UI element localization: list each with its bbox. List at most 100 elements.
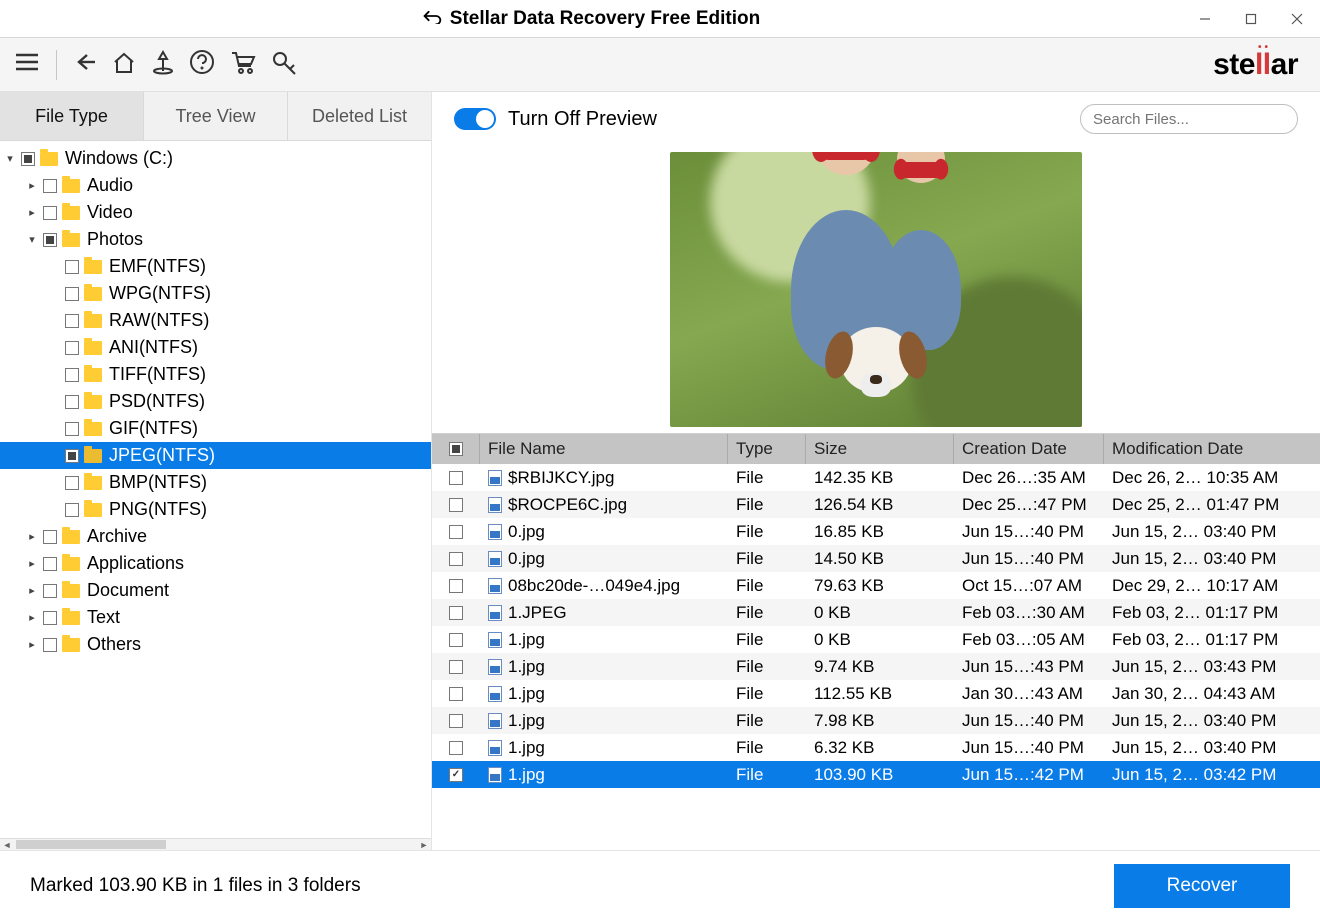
recover-button[interactable]: Recover bbox=[1114, 864, 1290, 908]
tree-checkbox[interactable] bbox=[65, 449, 79, 463]
help-button[interactable] bbox=[189, 49, 215, 80]
expand-icon[interactable]: ▸ bbox=[26, 179, 38, 192]
back-button[interactable] bbox=[73, 50, 97, 79]
row-checkbox[interactable] bbox=[449, 741, 463, 755]
tree-checkbox[interactable] bbox=[43, 179, 57, 193]
preview-toggle[interactable] bbox=[454, 108, 496, 130]
row-checkbox[interactable] bbox=[449, 660, 463, 674]
tree-item[interactable]: ▸Audio bbox=[0, 172, 431, 199]
tree-item[interactable]: EMF(NTFS) bbox=[0, 253, 431, 280]
file-row[interactable]: $ROCPE6C.jpgFile126.54 KBDec 25…:47 PMDe… bbox=[432, 491, 1320, 518]
key-button[interactable] bbox=[271, 49, 299, 80]
header-checkbox[interactable] bbox=[449, 442, 463, 456]
row-checkbox[interactable] bbox=[449, 633, 463, 647]
tree-checkbox[interactable] bbox=[65, 260, 79, 274]
row-checkbox[interactable] bbox=[449, 498, 463, 512]
row-checkbox[interactable] bbox=[449, 579, 463, 593]
maximize-button[interactable] bbox=[1228, 0, 1274, 38]
tree-item[interactable]: ▾Photos bbox=[0, 226, 431, 253]
search-input[interactable] bbox=[1093, 111, 1292, 128]
folder-tree[interactable]: ▾Windows (C:)▸Audio▸Video▾PhotosEMF(NTFS… bbox=[0, 141, 431, 838]
col-size[interactable]: Size bbox=[806, 434, 954, 464]
minimize-button[interactable] bbox=[1182, 0, 1228, 38]
tree-item[interactable]: ▸Others bbox=[0, 631, 431, 658]
col-mdate[interactable]: Modification Date bbox=[1104, 434, 1304, 464]
file-row[interactable]: 0.jpgFile14.50 KBJun 15…:40 PMJun 15, 2…… bbox=[432, 545, 1320, 572]
expand-icon[interactable]: ▾ bbox=[26, 233, 38, 246]
tree-checkbox[interactable] bbox=[43, 206, 57, 220]
file-row[interactable]: 1.jpgFile112.55 KBJan 30…:43 AMJan 30, 2… bbox=[432, 680, 1320, 707]
tree-item[interactable]: BMP(NTFS) bbox=[0, 469, 431, 496]
file-row[interactable]: 0.jpgFile16.85 KBJun 15…:40 PMJun 15, 2…… bbox=[432, 518, 1320, 545]
tree-item[interactable]: TIFF(NTFS) bbox=[0, 361, 431, 388]
file-table[interactable]: File Name Type Size Creation Date Modifi… bbox=[432, 433, 1320, 850]
file-row[interactable]: 1.jpgFile103.90 KBJun 15…:42 PMJun 15, 2… bbox=[432, 761, 1320, 788]
tree-checkbox[interactable] bbox=[65, 287, 79, 301]
folder-icon bbox=[40, 152, 58, 166]
expand-icon[interactable]: ▸ bbox=[26, 557, 38, 570]
tree-item[interactable]: ▸Video bbox=[0, 199, 431, 226]
home-button[interactable] bbox=[111, 50, 137, 79]
scan-button[interactable] bbox=[151, 49, 175, 80]
file-row[interactable]: 1.jpgFile6.32 KBJun 15…:40 PMJun 15, 2… … bbox=[432, 734, 1320, 761]
expand-icon[interactable]: ▸ bbox=[26, 206, 38, 219]
tree-horizontal-scrollbar[interactable]: ◄ ► bbox=[0, 838, 431, 850]
expand-icon[interactable]: ▸ bbox=[26, 530, 38, 543]
expand-icon[interactable]: ▸ bbox=[26, 584, 38, 597]
close-button[interactable] bbox=[1274, 0, 1320, 38]
tree-item[interactable]: PNG(NTFS) bbox=[0, 496, 431, 523]
tree-item[interactable]: ANI(NTFS) bbox=[0, 334, 431, 361]
row-checkbox[interactable] bbox=[449, 714, 463, 728]
file-row[interactable]: 08bc20de-…049e4.jpgFile79.63 KBOct 15…:0… bbox=[432, 572, 1320, 599]
tree-checkbox[interactable] bbox=[65, 368, 79, 382]
file-row[interactable]: 1.jpgFile7.98 KBJun 15…:40 PMJun 15, 2… … bbox=[432, 707, 1320, 734]
tree-item[interactable]: WPG(NTFS) bbox=[0, 280, 431, 307]
file-type: File bbox=[728, 630, 806, 650]
tree-checkbox[interactable] bbox=[43, 638, 57, 652]
tree-item[interactable]: GIF(NTFS) bbox=[0, 415, 431, 442]
file-row[interactable]: $RBIJKCY.jpgFile142.35 KBDec 26…:35 AMDe… bbox=[432, 464, 1320, 491]
row-checkbox[interactable] bbox=[449, 606, 463, 620]
file-row[interactable]: 1.jpgFile9.74 KBJun 15…:43 PMJun 15, 2… … bbox=[432, 653, 1320, 680]
row-checkbox[interactable] bbox=[449, 768, 463, 782]
tree-item[interactable]: PSD(NTFS) bbox=[0, 388, 431, 415]
row-checkbox[interactable] bbox=[449, 687, 463, 701]
row-checkbox[interactable] bbox=[449, 471, 463, 485]
tree-item[interactable]: JPEG(NTFS) bbox=[0, 442, 431, 469]
tab-file-type[interactable]: File Type bbox=[0, 92, 144, 140]
tree-checkbox[interactable] bbox=[65, 395, 79, 409]
search-box[interactable] bbox=[1080, 104, 1298, 134]
tree-checkbox[interactable] bbox=[43, 530, 57, 544]
tree-checkbox[interactable] bbox=[65, 422, 79, 436]
expand-icon[interactable]: ▾ bbox=[4, 152, 16, 165]
tree-checkbox[interactable] bbox=[43, 611, 57, 625]
tree-checkbox[interactable] bbox=[65, 314, 79, 328]
tab-tree-view[interactable]: Tree View bbox=[144, 92, 288, 140]
tree-checkbox[interactable] bbox=[43, 233, 57, 247]
tree-item[interactable]: RAW(NTFS) bbox=[0, 307, 431, 334]
tree-checkbox[interactable] bbox=[65, 503, 79, 517]
row-checkbox[interactable] bbox=[449, 525, 463, 539]
col-type[interactable]: Type bbox=[728, 434, 806, 464]
tree-checkbox[interactable] bbox=[43, 557, 57, 571]
expand-icon[interactable]: ▸ bbox=[26, 611, 38, 624]
tree-checkbox[interactable] bbox=[21, 152, 35, 166]
row-checkbox[interactable] bbox=[449, 552, 463, 566]
tree-item[interactable]: ▸Applications bbox=[0, 550, 431, 577]
tree-item[interactable]: ▸Text bbox=[0, 604, 431, 631]
tree-item[interactable]: ▸Document bbox=[0, 577, 431, 604]
file-row[interactable]: 1.JPEGFile0 KBFeb 03…:30 AMFeb 03, 2… 01… bbox=[432, 599, 1320, 626]
col-cdate[interactable]: Creation Date bbox=[954, 434, 1104, 464]
tree-item[interactable]: ▾Windows (C:) bbox=[0, 145, 431, 172]
col-name[interactable]: File Name bbox=[480, 434, 728, 464]
tree-checkbox[interactable] bbox=[65, 476, 79, 490]
expand-icon[interactable]: ▸ bbox=[26, 638, 38, 651]
menu-button[interactable] bbox=[14, 52, 40, 77]
tree-checkbox[interactable] bbox=[65, 341, 79, 355]
cart-button[interactable] bbox=[229, 49, 257, 80]
folder-icon bbox=[84, 476, 102, 490]
tab-deleted-list[interactable]: Deleted List bbox=[288, 92, 431, 140]
tree-item[interactable]: ▸Archive bbox=[0, 523, 431, 550]
file-row[interactable]: 1.jpgFile0 KBFeb 03…:05 AMFeb 03, 2… 01:… bbox=[432, 626, 1320, 653]
tree-checkbox[interactable] bbox=[43, 584, 57, 598]
